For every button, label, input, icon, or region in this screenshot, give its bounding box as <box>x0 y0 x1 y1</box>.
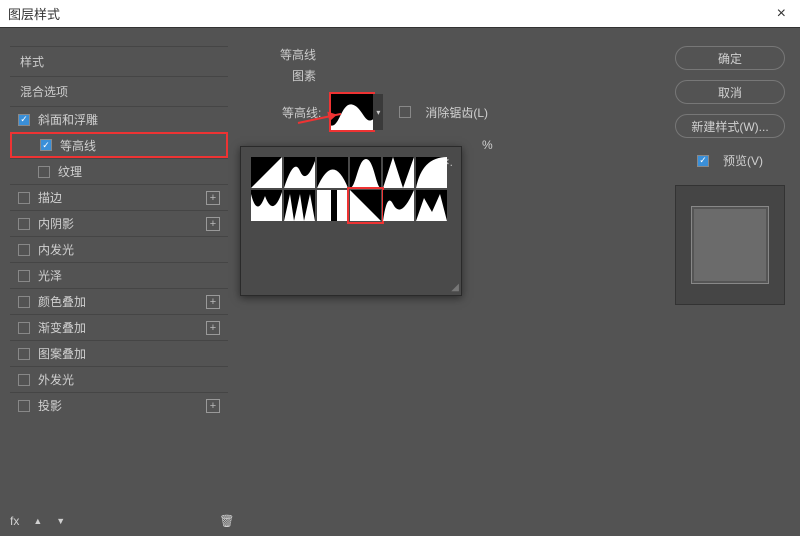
contour-preset-popup: ✲. ◢ <box>240 146 462 296</box>
dialog-title: 图层样式 <box>8 4 60 23</box>
styles-panel: 样式 混合选项 斜面和浮雕等高线纹理描边 + 内阴影 + 内发光光泽颜色叠加 + 渐变叠加 +… <box>10 46 228 526</box>
fx-menu-icon[interactable]: fx <box>10 514 19 528</box>
style-label: 斜面和浮雕 <box>38 111 98 128</box>
preview-box <box>675 185 785 305</box>
style-checkbox[interactable] <box>38 166 50 178</box>
antialias-checkbox[interactable] <box>399 106 411 118</box>
style-checkbox[interactable] <box>18 374 30 386</box>
style-checkbox[interactable] <box>18 192 30 204</box>
contour-preset-7[interactable] <box>284 190 315 221</box>
style-checkbox[interactable] <box>40 139 52 151</box>
style-checkbox[interactable] <box>18 244 30 256</box>
contour-preset-3[interactable] <box>350 157 381 188</box>
style-checkbox[interactable] <box>18 114 30 126</box>
contour-preset-4[interactable] <box>383 157 414 188</box>
chevron-down-icon[interactable]: ▾ <box>373 94 383 130</box>
style-item-8[interactable]: 渐变叠加 + <box>10 314 228 340</box>
style-item-1[interactable]: 等高线 <box>10 132 228 158</box>
contour-preset-6[interactable] <box>251 190 282 221</box>
add-effect-icon[interactable]: + <box>206 295 220 309</box>
contour-preset-0[interactable] <box>251 157 282 188</box>
range-percent: % <box>482 138 493 152</box>
panel-tools: fx ▲ ▼ 🗑 <box>10 514 234 528</box>
add-effect-icon[interactable]: + <box>206 321 220 335</box>
add-effect-icon[interactable]: + <box>206 217 220 231</box>
dialog-body: 样式 混合选项 斜面和浮雕等高线纹理描边+内阴影+内发光光泽颜色叠加+渐变叠加+… <box>0 28 800 536</box>
contour-preset-9[interactable] <box>350 190 381 221</box>
cancel-button[interactable]: 取消 <box>675 80 785 104</box>
add-effect-icon[interactable]: + <box>206 191 220 205</box>
move-down-icon[interactable]: ▼ <box>56 516 65 526</box>
preview-checkbox[interactable] <box>697 155 709 167</box>
preview-swatch <box>691 206 769 284</box>
move-up-icon[interactable]: ▲ <box>33 516 42 526</box>
style-label: 内阴影 <box>38 215 74 232</box>
contour-preset-11[interactable] <box>416 190 447 221</box>
preview-toggle[interactable]: 预览(V) <box>697 152 763 169</box>
style-label: 图案叠加 <box>38 345 86 362</box>
group-subtitle: 图素 <box>292 67 660 84</box>
preset-grid <box>251 157 451 221</box>
style-label: 描边 <box>38 189 62 206</box>
ok-button[interactable]: 确定 <box>675 46 785 70</box>
blend-options-header[interactable]: 混合选项 <box>10 76 228 106</box>
contour-preset-10[interactable] <box>383 190 414 221</box>
style-list: 斜面和浮雕等高线纹理描边 + 内阴影 + 内发光光泽颜色叠加 + 渐变叠加 + 图案叠加外发光投… <box>10 106 228 418</box>
contour-preset-2[interactable] <box>317 157 348 188</box>
add-effect-icon[interactable]: + <box>206 399 220 413</box>
style-label: 纹理 <box>58 163 82 180</box>
style-checkbox[interactable] <box>18 218 30 230</box>
style-checkbox[interactable] <box>18 296 30 308</box>
antialias-option[interactable]: 消除锯齿(L) <box>399 104 488 121</box>
style-item-3[interactable]: 描边 + <box>10 184 228 210</box>
style-checkbox[interactable] <box>18 322 30 334</box>
style-item-11[interactable]: 投影 + <box>10 392 228 418</box>
style-label: 光泽 <box>38 267 62 284</box>
contour-preset-8[interactable] <box>317 190 348 221</box>
style-checkbox[interactable] <box>18 348 30 360</box>
style-item-10[interactable]: 外发光 <box>10 366 228 392</box>
contour-preset-1[interactable] <box>284 157 315 188</box>
style-item-4[interactable]: 内阴影 + <box>10 210 228 236</box>
style-item-9[interactable]: 图案叠加 <box>10 340 228 366</box>
titlebar: 图层样式 × <box>0 0 800 28</box>
style-label: 渐变叠加 <box>38 319 86 336</box>
style-label: 投影 <box>38 397 62 414</box>
style-item-2[interactable]: 纹理 <box>10 158 228 184</box>
actions-panel: 确定 取消 新建样式(W)... 预览(V) <box>670 46 790 305</box>
style-item-0[interactable]: 斜面和浮雕 <box>10 106 228 132</box>
style-item-6[interactable]: 光泽 <box>10 262 228 288</box>
style-label: 等高线 <box>60 137 96 154</box>
style-checkbox[interactable] <box>18 270 30 282</box>
contour-settings: 等高线 图素 等高线: ▾ 消除锯齿(L) % <box>240 46 660 152</box>
resize-grip[interactable]: ◢ <box>451 282 459 293</box>
contour-preset-5[interactable] <box>416 157 447 188</box>
trash-icon[interactable]: 🗑 <box>219 514 234 528</box>
group-title: 等高线 <box>280 46 660 63</box>
style-checkbox[interactable] <box>18 400 30 412</box>
preview-label: 预览(V) <box>723 152 763 169</box>
style-item-7[interactable]: 颜色叠加 + <box>10 288 228 314</box>
style-label: 颜色叠加 <box>38 293 86 310</box>
style-label: 内发光 <box>38 241 74 258</box>
style-item-5[interactable]: 内发光 <box>10 236 228 262</box>
styles-header[interactable]: 样式 <box>10 46 228 76</box>
new-style-button[interactable]: 新建样式(W)... <box>675 114 785 138</box>
close-icon[interactable]: × <box>771 5 792 23</box>
antialias-label: 消除锯齿(L) <box>425 104 488 121</box>
style-label: 外发光 <box>38 371 74 388</box>
